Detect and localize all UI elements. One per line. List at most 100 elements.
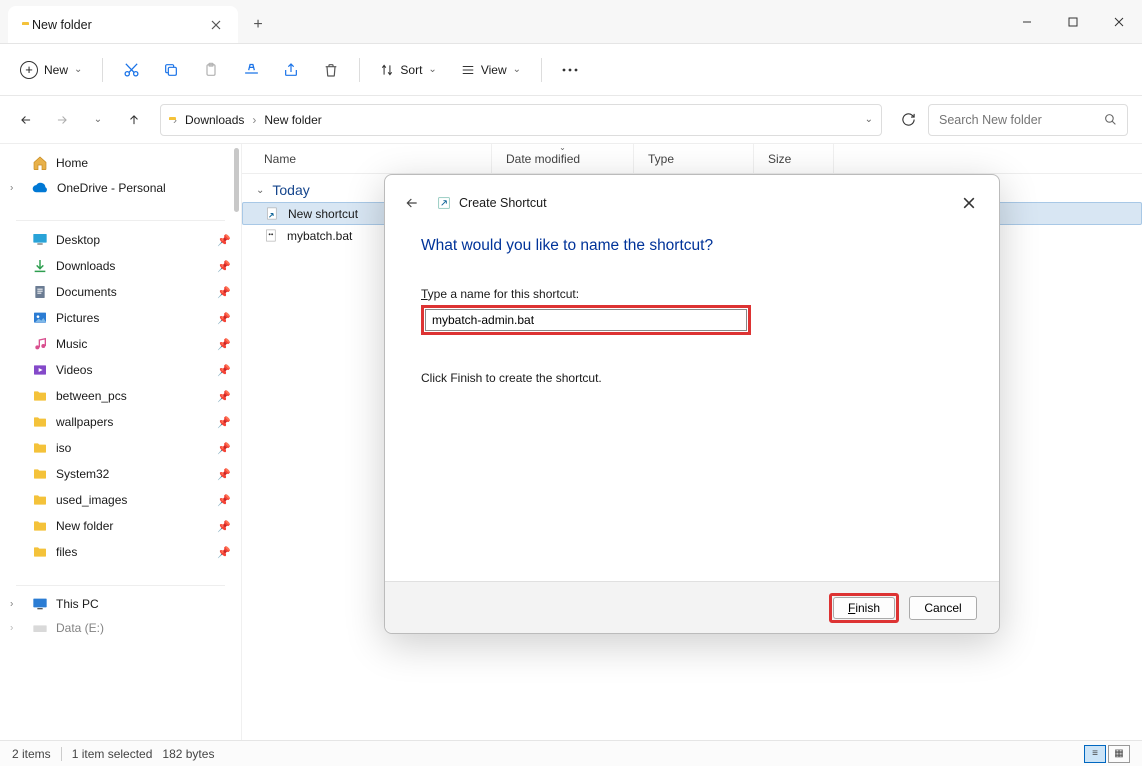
chevron-right-icon[interactable]: › — [10, 183, 13, 194]
status-bytes: 182 bytes — [162, 747, 214, 761]
chevron-down-icon: ⌄ — [74, 64, 82, 75]
maximize-button[interactable] — [1050, 0, 1096, 43]
sidebar-item-downloads[interactable]: Downloads📌 — [0, 253, 241, 279]
documents-icon — [32, 284, 48, 300]
cut-button[interactable] — [113, 52, 149, 88]
sidebar-item-documents[interactable]: Documents📌 — [0, 279, 241, 305]
folder-icon — [32, 544, 48, 560]
view-button[interactable]: View ⌄ — [451, 57, 531, 83]
folder-icon — [32, 388, 48, 404]
chevron-right-icon[interactable]: › — [10, 623, 13, 634]
sidebar-item-pictures[interactable]: Pictures📌 — [0, 305, 241, 331]
forward-button[interactable] — [46, 104, 78, 136]
sidebar-label: used_images — [56, 493, 127, 507]
breadcrumb[interactable]: › Downloads › New folder ⌄ — [160, 104, 882, 136]
details-view-button[interactable]: ≡ — [1084, 745, 1106, 763]
column-header-type[interactable]: Type — [634, 144, 754, 173]
minimize-button[interactable] — [1004, 0, 1050, 43]
search-input[interactable] — [939, 113, 1104, 127]
pin-icon: 📌 — [217, 390, 231, 403]
sidebar-label: New folder — [56, 519, 113, 533]
paste-button[interactable] — [193, 52, 229, 88]
search-icon — [1104, 113, 1117, 126]
sidebar-item-between_pcs[interactable]: between_pcs 📌 — [0, 383, 241, 409]
up-button[interactable] — [118, 104, 150, 136]
pin-icon: 📌 — [217, 416, 231, 429]
sidebar-label: between_pcs — [56, 389, 127, 403]
sidebar-item-used_images[interactable]: used_images📌 — [0, 487, 241, 513]
column-header-size[interactable]: Size — [754, 144, 834, 173]
recent-locations-button[interactable]: ⌄ — [82, 104, 114, 136]
pin-icon: 📌 — [217, 546, 231, 559]
tab-close-button[interactable] — [208, 17, 224, 33]
copy-button[interactable] — [153, 52, 189, 88]
more-button[interactable] — [552, 52, 588, 88]
dialog-close-button[interactable] — [955, 189, 983, 217]
back-button[interactable] — [10, 104, 42, 136]
sidebar-label: files — [56, 545, 77, 559]
dialog-question: What would you like to name the shortcut… — [421, 237, 963, 255]
thumbnails-view-button[interactable]: ▦ — [1108, 745, 1130, 763]
new-button[interactable]: + New ⌄ — [10, 55, 92, 85]
sort-icon — [380, 63, 394, 77]
sidebar-label: Music — [56, 337, 87, 351]
column-header-date[interactable]: ⌄ Date modified — [492, 144, 634, 173]
refresh-button[interactable] — [892, 104, 924, 136]
chevron-right-icon[interactable]: › — [10, 599, 13, 610]
sort-button[interactable]: Sort ⌄ — [370, 57, 446, 83]
folder-icon — [32, 492, 48, 508]
chevron-right-icon: › — [173, 113, 177, 127]
tab-title: New folder — [32, 18, 198, 32]
sidebar-item-new-folder[interactable]: New folder 📌 — [0, 513, 241, 539]
close-window-button[interactable] — [1096, 0, 1142, 43]
bat-file-icon — [264, 228, 279, 243]
status-item-count: 2 items — [12, 747, 51, 761]
pin-icon: 📌 — [217, 286, 231, 299]
window-tab[interactable]: New folder — [8, 6, 238, 43]
plus-circle-icon: + — [20, 61, 38, 79]
sidebar-item-desktop[interactable]: Desktop📌 — [0, 227, 241, 253]
search-box[interactable] — [928, 104, 1128, 136]
sidebar-label: OneDrive - Personal — [57, 181, 166, 195]
sidebar-item-videos[interactable]: Videos📌 — [0, 357, 241, 383]
status-selected: 1 item selected — [72, 747, 153, 761]
sort-label: Sort — [400, 63, 422, 77]
sidebar-item-iso[interactable]: iso📌 — [0, 435, 241, 461]
breadcrumb-item[interactable]: New folder — [260, 111, 325, 129]
shortcut-file-icon — [265, 206, 280, 221]
sidebar-label: Pictures — [56, 311, 99, 325]
sidebar-item-data-drive[interactable]: › Data (E:) — [0, 616, 241, 640]
sidebar-item-system32[interactable]: System32📌 — [0, 461, 241, 487]
sidebar-item-wallpapers[interactable]: wallpapers📌 — [0, 409, 241, 435]
pin-icon: 📌 — [217, 468, 231, 481]
finish-button[interactable]: Finish — [833, 597, 895, 619]
share-button[interactable] — [273, 52, 309, 88]
shortcut-icon — [437, 196, 451, 210]
address-bar: ⌄ › Downloads › New folder ⌄ — [0, 96, 1142, 144]
dialog-title: Create Shortcut — [459, 196, 547, 210]
breadcrumb-item[interactable]: Downloads — [181, 111, 248, 129]
monitor-icon — [32, 597, 48, 611]
sidebar-item-thispc[interactable]: › This PC — [0, 592, 241, 616]
sidebar-item-music[interactable]: Music📌 — [0, 331, 241, 357]
highlight-box — [421, 305, 751, 335]
cancel-button[interactable]: Cancel — [909, 596, 977, 620]
sidebar-item-home[interactable]: Home — [0, 150, 241, 176]
file-name: mybatch.bat — [287, 229, 352, 243]
column-header-name[interactable]: Name — [242, 144, 492, 173]
delete-button[interactable] — [313, 52, 349, 88]
chevron-down-icon: ⌄ — [428, 64, 436, 75]
folder-icon — [32, 518, 48, 534]
shortcut-name-input[interactable] — [425, 309, 747, 331]
sidebar-item-onedrive[interactable]: › OneDrive - Personal — [0, 176, 241, 200]
new-tab-button[interactable]: + — [238, 6, 278, 43]
chevron-down-icon[interactable]: ⌄ — [865, 114, 873, 125]
sidebar-label: Videos — [56, 363, 92, 377]
rename-button[interactable] — [233, 52, 269, 88]
dialog-back-button[interactable] — [401, 192, 423, 214]
sidebar-item-files[interactable]: files 📌 — [0, 539, 241, 565]
titlebar: New folder + — [0, 0, 1142, 44]
file-name: New shortcut — [288, 207, 358, 221]
pin-icon: 📌 — [217, 520, 231, 533]
sidebar-label: Home — [56, 156, 88, 170]
